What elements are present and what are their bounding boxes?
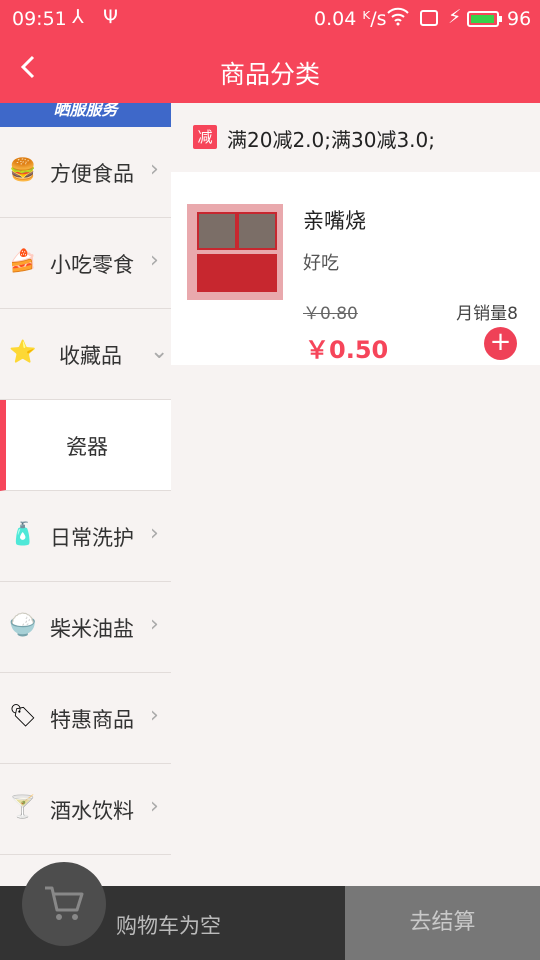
product-card[interactable]: 亲嘴烧 好吃 ￥0.80 月销量8 ￥0.50 + [171,172,540,365]
chevron-right-icon: › [150,521,159,546]
price-tag-icon: 🏷 [9,704,37,729]
product-image-part [237,254,277,292]
sidebar-subitem-porcelain[interactable]: 瓷器 [0,400,171,491]
network-speed: 0.04 ᴷ/s [314,8,387,30]
sidebar-item-label: 小吃零食 [50,253,134,277]
discount-tag: 减 [193,125,217,149]
sidebar-item-deals[interactable]: 🏷 特惠商品 › [0,673,171,764]
product-desc: 好吃 [303,253,339,274]
sim-icon [419,7,439,34]
page-title: 商品分类 [219,60,320,89]
bottle-icon: 🧴 [9,522,37,547]
star-icon: ⭐ [9,340,37,365]
chevron-down-icon: ⌄ [150,339,169,364]
status-time: 09:51 [12,8,67,30]
category-sidebar[interactable]: 晒服服务 🍔 方便食品 › 🍰 小吃零食 › ⭐ 收藏品 ⌄ 瓷器 🧴 日常洗护… [0,103,171,886]
battery-icon [467,11,502,27]
sidebar-item-groceries[interactable]: 🍚 柴米油盐 › [0,582,171,673]
add-to-cart-button[interactable]: + [484,327,517,360]
product-price: ￥0.50 [305,336,389,364]
sidebar-item-label: 收藏品 [59,344,122,368]
product-old-price: ￥0.80 [303,304,358,324]
battery-fill [471,15,495,23]
cake-icon: 🍰 [9,249,37,274]
sidebar-item-label: 方便食品 [50,162,134,186]
chevron-right-icon: › [150,612,159,637]
rice-bowl-icon: 🍚 [9,613,37,638]
product-image[interactable] [187,204,283,300]
cart-status-text: 购物车为空 [116,914,221,938]
product-name: 亲嘴烧 [303,209,366,233]
battery-level: 96 [507,8,532,30]
checkout-button[interactable]: 去结算 [345,886,540,960]
app-bar: 商品分类 [0,38,540,103]
sidebar-item-collectibles[interactable]: ⭐ 收藏品 ⌄ [0,309,171,400]
charging-icon: ⚡ [448,6,462,28]
promo-banner: 减 满20减2.0;满30减3.0; [171,103,540,171]
sidebar-item-label: 日常洗护 [50,526,134,550]
cart-icon [45,886,84,920]
product-image-part [197,212,237,250]
sidebar-item-daily-care[interactable]: 🧴 日常洗护 › [0,491,171,582]
chevron-right-icon: › [150,794,159,819]
chevron-right-icon: › [150,703,159,728]
promo-text: 满20减2.0;满30减3.0; [227,128,435,152]
burger-icon: 🍔 [9,158,37,183]
sidebar-banner[interactable]: 晒服服务 [0,103,171,127]
cart-button[interactable] [22,862,106,946]
status-bar: 09:51 ⅄ Ψ 0.04 ᴷ/s ⚡ 96 [0,0,540,38]
product-image-part [237,212,277,250]
sidebar-item-snacks[interactable]: 🍰 小吃零食 › [0,218,171,309]
sidebar-item-label: 特惠商品 [50,708,134,732]
usb-icon: Ψ [103,6,118,28]
sidebar-item-label: 酒水饮料 [50,799,134,823]
sidebar-item-drinks[interactable]: 🍸 酒水饮料 › [0,764,171,855]
sidebar-item-label: 瓷器 [66,435,108,459]
usb-tether-icon: ⅄ [72,6,84,28]
chevron-right-icon: › [150,157,159,182]
chevron-right-icon: › [150,248,159,273]
sidebar-item-convenience-food[interactable]: 🍔 方便食品 › [0,127,171,218]
sidebar-item-label: 柴米油盐 [50,617,134,641]
cocktail-icon: 🍸 [9,795,37,820]
product-sales: 月销量8 [456,304,518,324]
product-image-part [197,254,237,292]
wifi-icon [386,4,410,33]
